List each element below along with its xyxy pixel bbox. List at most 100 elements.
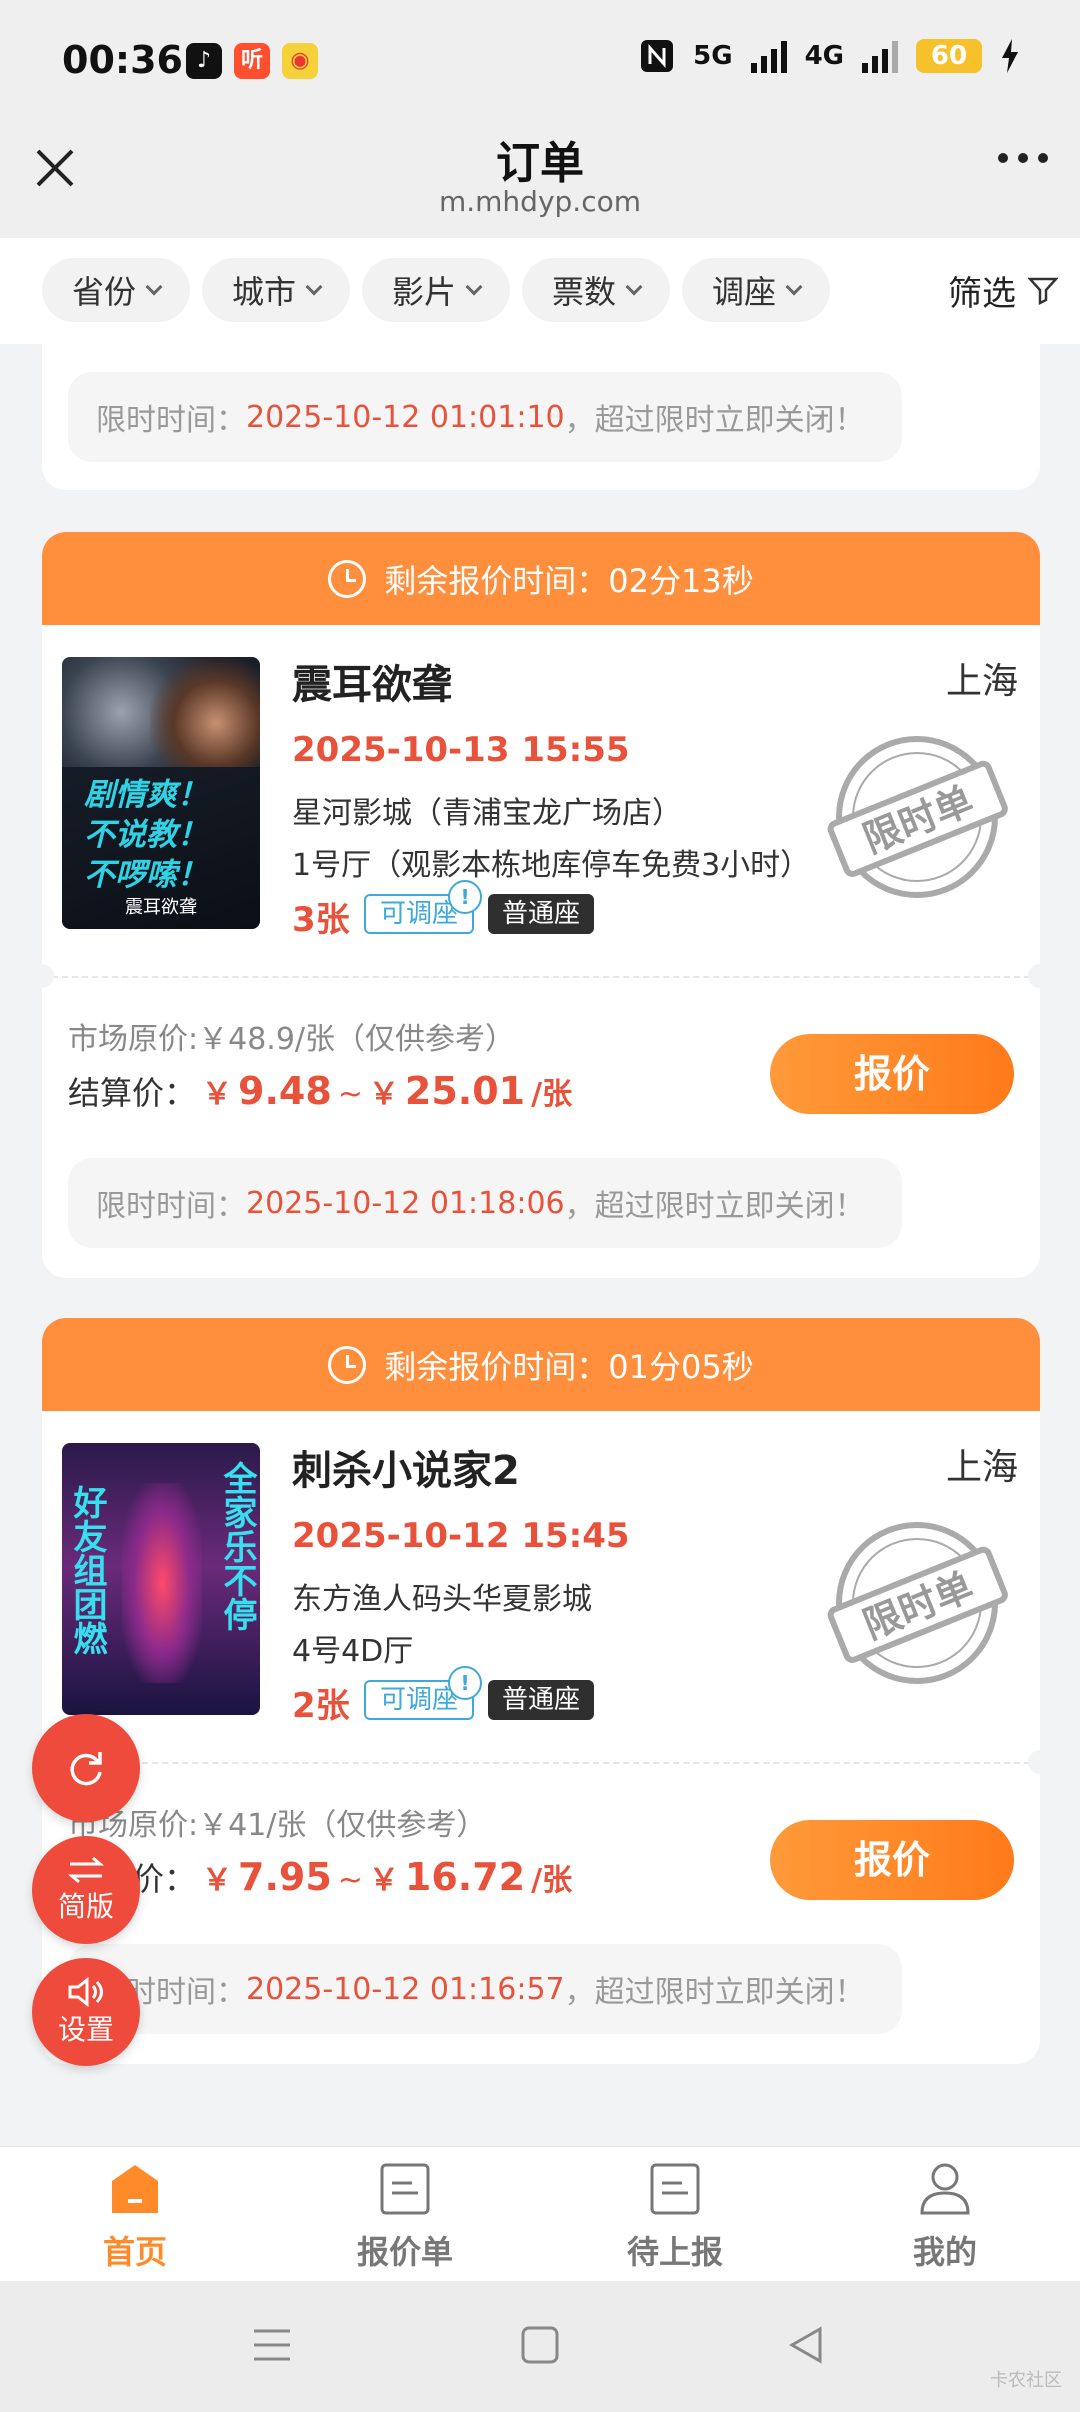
hall-name: 4号4D厅 (292, 1634, 414, 1669)
filter-bar: 省份 城市 影片 票数 调座 筛选 (0, 238, 1080, 344)
simple-mode-button[interactable]: 简版 (32, 1836, 140, 1944)
price-unit: /张 (531, 1863, 573, 1898)
ticket-count: 3张 (292, 900, 350, 940)
quote-button[interactable]: 报价 (770, 1820, 1014, 1900)
menu-icon[interactable] (252, 2325, 292, 2365)
countdown-bar: 剩余报价时间：02分13秒 (42, 532, 1040, 625)
filter-button[interactable]: 筛选 (948, 258, 1058, 322)
filter-tickets[interactable]: 票数 (522, 258, 670, 322)
limit-time-box: 限时时间： 2025-10-12 01:18:06 ，超过限时立即关闭！ (68, 1158, 902, 1248)
movie-title: 震耳欲聋 (292, 662, 452, 708)
ticket-notch (1028, 964, 1040, 988)
listen-app-icon: 听 (234, 43, 270, 79)
limit-suffix: ，超过限时立即关闭！ (564, 1189, 865, 1224)
document-icon (650, 2163, 700, 2215)
refresh-button[interactable] (32, 1714, 140, 1822)
limit-time-box: 限时时间： 2025-10-12 01:01:10 ，超过限时立即关闭！ (68, 372, 902, 462)
limited-stamp-icon: 限时单 (827, 736, 1008, 898)
clock-icon (328, 559, 367, 598)
document-icon (380, 2163, 430, 2215)
movie-title: 刺杀小说家2 (292, 1448, 520, 1494)
settle-price: 结算价： ￥ 9.48 ~ ￥ 25.01 /张 (68, 1068, 572, 1114)
nav-home[interactable]: 首页 (35, 2161, 235, 2273)
settings-label: 设置 (57, 2013, 114, 2046)
price-unit: /张 (531, 1077, 573, 1112)
status-icons: 5G 4G 60 (639, 38, 1020, 74)
filter-province-label: 省份 (71, 273, 136, 311)
filter-seat-adjust[interactable]: 调座 (682, 258, 830, 322)
countdown-value: 01分05秒 (608, 1347, 754, 1386)
order-card[interactable]: 剩余报价时间：02分13秒 剧情爽！ 不说教！ 不啰嗦！ 震耳欲聋 震耳欲聋 上… (42, 532, 1040, 1278)
poster-tagline-2: 不说教！ (84, 817, 208, 853)
market-price: 市场原价:￥48.9/张（仅供参考） (68, 1022, 516, 1057)
hall-name: 1号厅（观影本栋地库停车免费3小时） (292, 848, 811, 883)
signal-icon (750, 39, 787, 73)
limit-time-box: 限时时间： 2025-10-12 01:16:57 ，超过限时立即关闭！ (68, 1944, 902, 2034)
yen-symbol: ￥ (202, 1863, 233, 1898)
settle-label: 结算价： (68, 1074, 197, 1112)
range-separator: ~ (337, 1077, 363, 1112)
city-label: 上海 (945, 661, 1018, 702)
network-5g-label: 5G (693, 41, 733, 71)
info-icon[interactable]: ! (448, 880, 482, 914)
more-icon[interactable] (998, 153, 1048, 163)
battery-icon: 60 (916, 39, 982, 73)
info-icon[interactable]: ! (448, 1666, 482, 1700)
refresh-icon (70, 1752, 102, 1786)
filter-city[interactable]: 城市 (202, 258, 350, 322)
limit-time: 2025-10-12 01:16:57 (246, 1971, 565, 2007)
yen-symbol: ￥ (368, 1077, 399, 1112)
showtime: 2025-10-13 15:55 (292, 730, 630, 770)
nav-pending[interactable]: 待上报 (575, 2161, 775, 2273)
back-icon[interactable] (786, 2325, 826, 2365)
ticket-notch (42, 964, 54, 988)
limit-time: 2025-10-12 01:01:10 (246, 399, 565, 435)
countdown-value: 02分13秒 (608, 561, 754, 600)
funnel-icon (1028, 277, 1058, 305)
price-high: 16.72 (404, 1855, 526, 1899)
chevron-down-icon (305, 278, 323, 296)
clock-icon (328, 1345, 367, 1384)
tiktok-icon: ♪ (186, 43, 222, 79)
city-label: 上海 (945, 1447, 1018, 1488)
page-url: m.mhdyp.com (438, 185, 641, 218)
swap-icon (67, 1856, 105, 1884)
nav-quotes[interactable]: 报价单 (305, 2161, 505, 2273)
filter-movie-label: 影片 (391, 273, 456, 311)
order-card[interactable]: 剩余报价时间：01分05秒 好友组团燃 全家乐不停 刺杀小说家2 上海 2025… (42, 1318, 1040, 2064)
seat-type-tag: 普通座 (488, 894, 595, 934)
movie-poster[interactable]: 剧情爽！ 不说教！ 不啰嗦！ 震耳欲聋 (62, 657, 260, 929)
bottom-nav: 首页 报价单 待上报 我的 (0, 2146, 1080, 2281)
poster-tagline-3: 不啰嗦！ (84, 857, 208, 893)
filter-province[interactable]: 省份 (42, 258, 190, 322)
watermark: 卡农社区 (990, 2370, 1062, 2391)
simple-mode-label: 简版 (57, 1890, 114, 1923)
filter-tickets-label: 票数 (551, 273, 616, 311)
poster-tagline-1: 剧情爽！ (84, 777, 208, 813)
settings-button[interactable]: 设置 (32, 1958, 140, 2066)
movie-poster[interactable]: 好友组团燃 全家乐不停 (62, 1443, 260, 1715)
nav-profile[interactable]: 我的 (845, 2161, 1045, 2273)
home-square-icon[interactable] (520, 2325, 560, 2365)
nav-pending-label: 待上报 (626, 2233, 723, 2271)
market-price: 市场原价:￥41/张（仅供参考） (68, 1808, 487, 1843)
yen-symbol: ￥ (368, 1863, 399, 1898)
status-bar: 00:36 ♪ 听 ◉ 5G 4G 60 (0, 0, 1080, 125)
cinema-name: 星河影城（青浦宝龙广场店） (292, 796, 682, 831)
user-icon (920, 2163, 970, 2215)
chevron-down-icon (785, 278, 803, 296)
filter-seat-adjust-label: 调座 (711, 273, 776, 311)
settle-price: 结算价： ￥ 7.95 ~ ￥ 16.72 /张 (68, 1854, 572, 1900)
countdown-label: 剩余报价时间： (384, 561, 609, 600)
filter-movie[interactable]: 影片 (362, 258, 510, 322)
status-time: 00:36 (62, 38, 183, 82)
home-icon (112, 2165, 158, 2213)
signal-icon-2 (862, 39, 898, 73)
quote-button[interactable]: 报价 (770, 1034, 1014, 1114)
ticket-count: 2张 (292, 1686, 350, 1726)
limit-suffix: ，超过限时立即关闭！ (564, 1975, 865, 2010)
countdown-label: 剩余报价时间： (384, 1347, 609, 1386)
title-bar: 订单 m.mhdyp.com (0, 125, 1080, 238)
seat-type-tag: 普通座 (488, 1680, 595, 1720)
nav-profile-label: 我的 (912, 2233, 977, 2271)
